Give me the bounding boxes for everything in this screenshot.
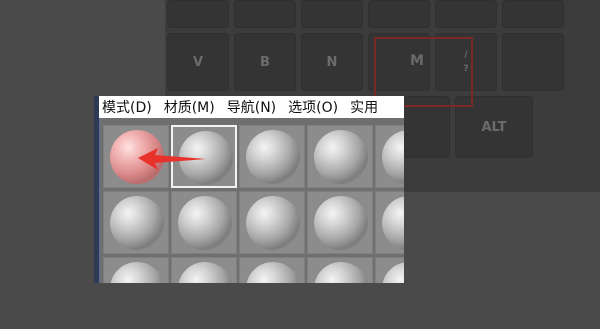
material-editor-window: 模式(D) 材质(M) 导航(N) 选项(O) 实用 (94, 96, 404, 283)
key-m-label: M (410, 53, 424, 69)
key (167, 0, 229, 28)
key-v: V (167, 33, 229, 91)
key (502, 33, 564, 91)
arrow-annotation (138, 148, 206, 170)
key-b: B (234, 33, 296, 91)
key (435, 0, 497, 28)
key (234, 0, 296, 28)
arrow-icon (138, 148, 206, 170)
key (301, 0, 363, 28)
key-n: N (301, 33, 363, 91)
keyboard-row-top (165, 0, 600, 28)
key (368, 0, 430, 28)
key (502, 0, 564, 28)
